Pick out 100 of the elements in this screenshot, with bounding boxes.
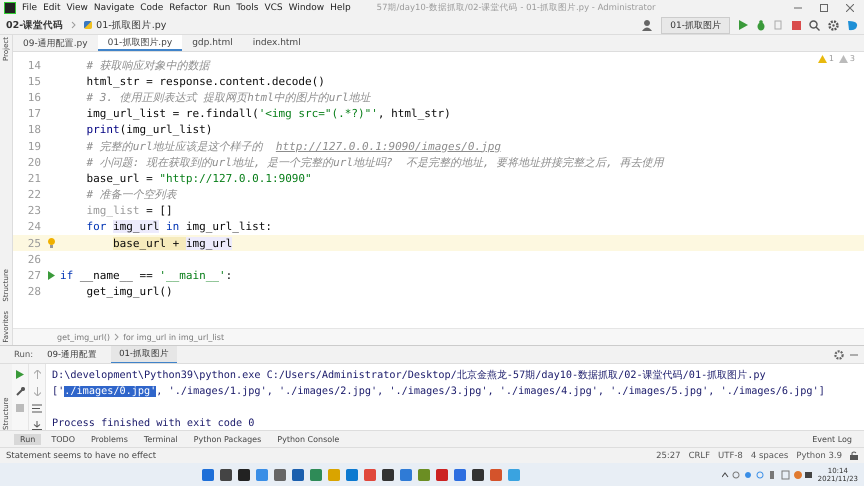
soft-wrap-icon[interactable]	[32, 404, 42, 413]
code-line: # 完整的url地址应该是这个样子的 http://127.0.0.1:9090/images/0.jpg	[86, 138, 502, 154]
code-line: for img_url in img_url_list:	[86, 220, 272, 234]
breadcrumb-item[interactable]: 02-课堂代码	[6, 18, 64, 32]
status-message: Statement seems to have no effect	[6, 450, 156, 460]
warning-count: 1	[828, 54, 834, 63]
bug-icon[interactable]	[756, 20, 766, 30]
run-configuration-tab[interactable]: 09-通用配置	[39, 346, 106, 362]
window-title: 57期/day10-数据抓取/02-课堂代码 - 01-抓取图片.py - Administrator	[376, 2, 657, 14]
tool-window-tab[interactable]: Python Console	[271, 434, 346, 444]
status-item[interactable]: CRLF	[688, 450, 710, 460]
warning-icon	[818, 54, 827, 62]
menu-item[interactable]: Help	[330, 3, 351, 13]
code-line: html_str = response.content.decode()	[86, 74, 325, 88]
run-configuration-tab[interactable]: 01-抓取图片	[111, 346, 177, 364]
menu-item[interactable]: Navigate	[94, 3, 134, 13]
warning-icon	[838, 54, 848, 62]
lock-icon[interactable]	[850, 451, 858, 460]
line-number: 28	[26, 285, 42, 298]
event-log-button[interactable]: Event Log	[806, 434, 858, 444]
code-line: # 小问题: 现在获取到的url地址, 是一个完整的url地址吗? 不是完整的地址, 要将地址拼接完整之后, 再去使用	[86, 154, 664, 170]
run-configuration-dropdown[interactable]: 01-抓取图片	[661, 16, 730, 34]
tool-window-tab[interactable]: Run	[14, 434, 42, 444]
taskbar-app-icon[interactable]	[382, 468, 394, 480]
code-line: get_img_url()	[86, 285, 173, 298]
status-item[interactable]: Python 3.9	[796, 450, 842, 460]
menu-item[interactable]: View	[66, 3, 88, 13]
taskbar-app-icon[interactable]	[238, 468, 250, 480]
console-line: ['./images/0.jpg', './images/1.jpg', './images/2.jpg', './images/3.jpg', './images/4.jpg', './images/5.jpg', './images/6.jpg']	[52, 385, 826, 399]
taskbar-app-icon[interactable]	[220, 468, 232, 480]
line-number: 19	[26, 140, 42, 153]
line-number: 14	[26, 58, 42, 72]
code-line: base_url = "http://127.0.0.1:9090"	[86, 172, 312, 185]
line-number: 18	[26, 123, 42, 136]
code-line: # 准备一个空列表	[86, 187, 177, 202]
line-number: 15	[26, 74, 42, 88]
code-line: base_url + img_url	[112, 236, 232, 250]
code-line: img_url_list = re.findall('<img src="(.*?)"', html_str)	[86, 107, 451, 120]
line-number: 20	[26, 156, 42, 169]
code-line: if __name__ == '__main__':	[59, 269, 232, 282]
breadcrumb-item[interactable]: 01-抓取图片.py	[96, 18, 166, 32]
scroll-to-end-icon[interactable]	[32, 421, 42, 430]
tool-window-tab[interactable]: Terminal	[138, 434, 184, 444]
tool-window-tab[interactable]: TODO	[45, 434, 81, 444]
lightbulb-icon[interactable]	[48, 238, 55, 248]
run-icon[interactable]	[48, 271, 55, 280]
status-item[interactable]: UTF-8	[718, 450, 743, 460]
code-line: img_list = []	[86, 204, 173, 218]
settings-icon[interactable]	[834, 350, 844, 360]
editor-tab[interactable]: gdp.html	[182, 35, 243, 51]
menu-item[interactable]: VCS	[264, 3, 283, 13]
wrench-icon[interactable]	[16, 387, 24, 396]
code-editor[interactable]	[13, 52, 864, 328]
tool-window-tab[interactable]: Problems	[84, 434, 134, 444]
line-number: 17	[26, 107, 42, 120]
line-number: 23	[26, 204, 42, 218]
menu-item[interactable]: Run	[213, 3, 230, 13]
line-number: 25	[26, 236, 42, 250]
close-icon[interactable]	[846, 4, 854, 12]
coverage-icon[interactable]	[774, 20, 784, 30]
menu-item[interactable]: Edit	[43, 3, 60, 13]
line-number: 26	[26, 252, 42, 266]
status-item[interactable]: 4 spaces	[750, 450, 788, 460]
app-logo-icon	[4, 2, 16, 14]
status-item[interactable]: 25:27	[656, 450, 681, 460]
chevron-icon	[114, 333, 120, 341]
code-line: print(img_url_list)	[86, 123, 212, 136]
chevron-icon	[71, 21, 76, 29]
breadcrumb-item[interactable]: for img_url in img_url_list	[123, 332, 224, 342]
weak-warning-count: 3	[850, 54, 855, 63]
rerun-icon[interactable]	[16, 370, 24, 379]
breadcrumb-item[interactable]: get_img_url()	[57, 332, 110, 342]
menu-item[interactable]: Tools	[236, 3, 258, 13]
line-number: 27	[26, 269, 42, 282]
line-number: 21	[26, 172, 42, 185]
editor-tab[interactable]: index.html	[242, 35, 311, 51]
code-line: # 3. 使用正则表达式 提取网页html中的图片的url地址	[86, 90, 371, 105]
menu-item[interactable]: Code	[140, 3, 164, 13]
arrow-up-icon[interactable]	[34, 370, 40, 379]
tray-icons-drawing[interactable]	[722, 470, 812, 480]
console-line: D:\development\Python39\python.exe C:/Users/Administrator/Desktop/北京金燕龙-57期/day10-数据抓取/02-课堂代码/01-抓取图片.py	[52, 368, 767, 383]
line-number: 22	[26, 188, 42, 202]
menu-item[interactable]: File	[22, 3, 38, 13]
arrow-down-icon[interactable]	[34, 387, 40, 396]
menu-item[interactable]: Window	[288, 3, 324, 13]
editor-tab[interactable]: 09-通用配置.py	[13, 35, 98, 51]
console-line: Process finished with exit code 0	[52, 417, 256, 431]
line-number: 24	[26, 220, 42, 234]
stop-icon[interactable]	[792, 20, 801, 30]
editor-tab[interactable]: 01-抓取图片.py	[98, 35, 182, 51]
tool-window-tab[interactable]: Python Packages	[188, 434, 268, 444]
run-icon[interactable]	[738, 20, 748, 30]
menu-item[interactable]: Refactor	[169, 3, 208, 13]
user-icon[interactable]	[641, 19, 654, 31]
taskbar-app-icon[interactable]	[472, 468, 484, 480]
maximize-icon[interactable]	[820, 4, 828, 12]
python-file-icon	[84, 21, 92, 29]
search-icon[interactable]	[809, 20, 820, 30]
run-panel-label: Run:	[14, 350, 34, 360]
settings-icon[interactable]	[828, 20, 839, 30]
